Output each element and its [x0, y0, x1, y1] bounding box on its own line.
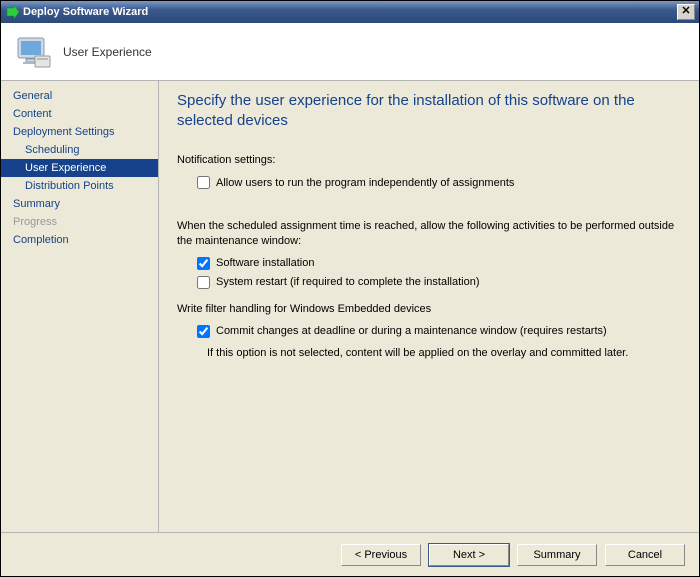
titlebar: Deploy Software Wizard ✕ [1, 1, 699, 23]
monitor-icon [13, 32, 53, 72]
wizard-footer: < Previous Next > Summary Cancel [1, 532, 699, 576]
notification-settings-label: Notification settings: [177, 154, 681, 166]
commit-changes-label: Commit changes at deadline or during a m… [216, 325, 607, 337]
page-title: User Experience [63, 45, 152, 59]
cancel-button[interactable]: Cancel [605, 544, 685, 566]
app-icon [5, 5, 19, 19]
software-install-row[interactable]: Software installation [197, 257, 681, 270]
sidebar-item-label: Completion [13, 234, 69, 246]
allow-users-label: Allow users to run the program independe… [216, 177, 514, 189]
content-panel: Specify the user experience for the inst… [159, 81, 699, 532]
sidebar-item-general[interactable]: General [1, 87, 158, 105]
close-button[interactable]: ✕ [677, 4, 695, 20]
sidebar-item-label: Deployment Settings [13, 126, 115, 138]
sidebar-item-deployment-settings[interactable]: Deployment Settings [1, 123, 158, 141]
sidebar-item-summary[interactable]: Summary [1, 195, 158, 213]
sidebar-item-content[interactable]: Content [1, 105, 158, 123]
software-install-label: Software installation [216, 257, 314, 269]
wizard-header: User Experience [1, 23, 699, 81]
commit-changes-checkbox[interactable] [197, 325, 210, 338]
wizard-body: General Content Deployment Settings Sche… [1, 81, 699, 532]
allow-users-checkbox[interactable] [197, 176, 210, 189]
window-title: Deploy Software Wizard [23, 6, 148, 18]
next-button[interactable]: Next > [429, 544, 509, 566]
maintenance-window-text: When the scheduled assignment time is re… [177, 219, 681, 249]
sidebar-item-label: Progress [13, 216, 57, 228]
previous-button[interactable]: < Previous [341, 544, 421, 566]
commit-changes-note: If this option is not selected, content … [207, 346, 681, 361]
sidebar-item-label: Content [13, 108, 52, 120]
sidebar-item-progress: Progress [1, 213, 158, 231]
system-restart-row[interactable]: System restart (if required to complete … [197, 276, 681, 289]
sidebar-item-distribution-points[interactable]: Distribution Points [1, 177, 158, 195]
writefilter-label: Write filter handling for Windows Embedd… [177, 303, 681, 315]
sidebar-item-completion[interactable]: Completion [1, 231, 158, 249]
system-restart-label: System restart (if required to complete … [216, 276, 480, 288]
system-restart-checkbox[interactable] [197, 276, 210, 289]
sidebar-item-scheduling[interactable]: Scheduling [1, 141, 158, 159]
sidebar-item-label: User Experience [25, 162, 106, 174]
summary-button[interactable]: Summary [517, 544, 597, 566]
sidebar-item-user-experience[interactable]: User Experience [1, 159, 158, 177]
sidebar-item-label: General [13, 90, 52, 102]
sidebar-item-label: Distribution Points [25, 180, 114, 192]
wizard-window: Deploy Software Wizard ✕ User Experience… [0, 0, 700, 577]
sidebar-item-label: Summary [13, 198, 60, 210]
sidebar-item-label: Scheduling [25, 144, 79, 156]
sidebar: General Content Deployment Settings Sche… [1, 81, 159, 532]
allow-users-row[interactable]: Allow users to run the program independe… [197, 176, 681, 189]
commit-changes-row[interactable]: Commit changes at deadline or during a m… [197, 325, 681, 338]
software-install-checkbox[interactable] [197, 257, 210, 270]
page-heading: Specify the user experience for the inst… [177, 91, 681, 130]
